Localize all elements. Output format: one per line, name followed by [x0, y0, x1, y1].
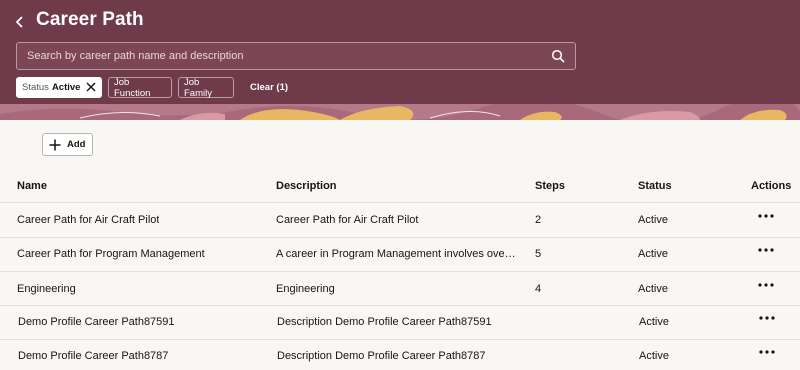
back-button[interactable]: [10, 12, 30, 32]
row-name[interactable]: Career Path for Air Craft Pilot: [17, 214, 159, 226]
job-function-filter-chip[interactable]: Job Function: [108, 77, 172, 99]
row-description: Career Path for Air Craft Pilot: [276, 214, 419, 226]
row-status: Active: [638, 283, 668, 295]
row-divider: [0, 237, 800, 238]
row-divider: [0, 339, 800, 340]
close-icon[interactable]: [85, 81, 97, 93]
column-header-status[interactable]: Status: [638, 180, 672, 192]
clear-filters-button[interactable]: Clear (1): [244, 77, 294, 98]
row-steps: 5: [535, 248, 542, 260]
decorative-banner: [0, 104, 800, 120]
row-status: Active: [638, 214, 668, 226]
status-filter-chip[interactable]: Status Active: [16, 77, 102, 98]
page-header: Career Path Status Active Job Function J…: [0, 0, 800, 112]
row-steps: 4: [535, 283, 542, 295]
plus-icon: [49, 139, 61, 150]
column-header-steps[interactable]: Steps: [535, 180, 565, 192]
status-filter-value: Active: [51, 82, 81, 93]
row-name[interactable]: Engineering: [17, 283, 76, 295]
header-divider: [0, 202, 800, 203]
row-status: Active: [639, 350, 669, 362]
row-description: Description Demo Profile Career Path8787: [277, 350, 486, 362]
search-bar[interactable]: [16, 42, 576, 70]
row-steps: 2: [535, 214, 542, 226]
job-family-filter-chip[interactable]: Job Family: [178, 77, 234, 99]
page-title: Career Path: [36, 9, 144, 30]
search-input[interactable]: [17, 43, 547, 69]
more-actions-icon[interactable]: [757, 211, 775, 221]
search-icon[interactable]: [551, 49, 565, 63]
row-status: Active: [639, 316, 669, 328]
more-actions-icon[interactable]: [757, 280, 775, 290]
row-divider: [0, 271, 800, 272]
row-description: Engineering: [276, 283, 335, 295]
row-name[interactable]: Demo Profile Career Path87591: [18, 316, 175, 328]
more-actions-icon[interactable]: [757, 245, 775, 255]
column-header-name[interactable]: Name: [17, 180, 47, 192]
status-filter-label: Status: [22, 82, 49, 93]
add-button[interactable]: Add: [42, 133, 93, 156]
more-actions-icon[interactable]: [758, 347, 776, 357]
row-name[interactable]: Demo Profile Career Path8787: [18, 350, 168, 362]
banner-pattern: [0, 104, 800, 120]
chevron-left-icon: [15, 16, 23, 28]
row-status: Active: [638, 248, 668, 260]
more-actions-icon[interactable]: [758, 313, 776, 323]
column-header-actions: Actions: [751, 180, 792, 192]
column-header-description[interactable]: Description: [276, 180, 337, 192]
add-button-label: Add: [67, 139, 86, 150]
row-description: Description Demo Profile Career Path8759…: [277, 316, 492, 328]
row-description: A career in Program Management involves …: [276, 248, 516, 260]
row-divider: [0, 305, 800, 306]
row-name[interactable]: Career Path for Program Management: [17, 248, 205, 260]
